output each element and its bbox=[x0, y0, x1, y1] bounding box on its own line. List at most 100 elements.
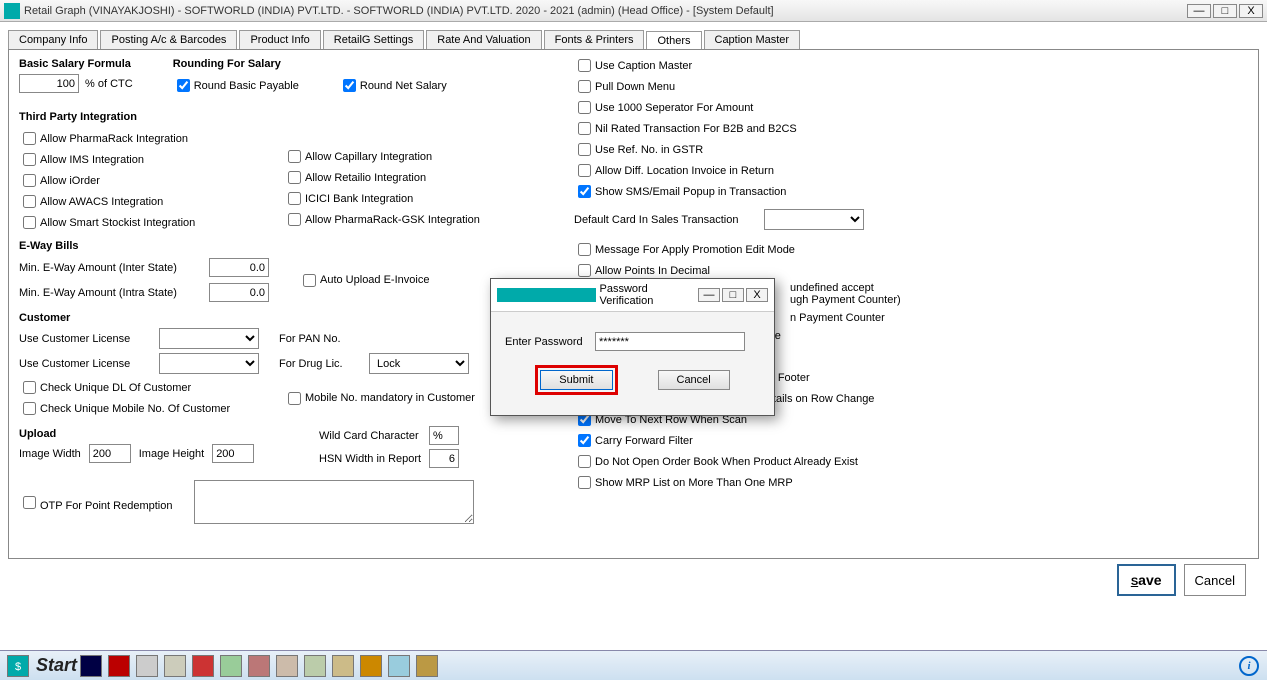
donotopen-checkbox[interactable] bbox=[578, 455, 591, 468]
partial-text-1: undefined accept bbox=[790, 282, 914, 294]
tab-caption-master[interactable]: Caption Master bbox=[704, 30, 801, 49]
eway-intra-input[interactable] bbox=[209, 283, 269, 302]
ucl2-select[interactable] bbox=[159, 353, 259, 374]
modal-minimize-icon[interactable]: — bbox=[698, 288, 720, 302]
pharma-checkbox[interactable] bbox=[23, 132, 36, 145]
otp-checkbox[interactable] bbox=[23, 496, 36, 509]
thousand-sep-checkbox[interactable] bbox=[578, 101, 591, 114]
mobmand-checkbox[interactable] bbox=[288, 392, 301, 405]
carry-checkbox[interactable] bbox=[578, 434, 591, 447]
taskbar-icon-9[interactable] bbox=[304, 655, 326, 677]
password-input[interactable] bbox=[595, 332, 745, 351]
ims-checkbox[interactable] bbox=[23, 153, 36, 166]
taskbar-icon-10[interactable] bbox=[332, 655, 354, 677]
modal-close-icon[interactable]: X bbox=[746, 288, 768, 302]
maximize-icon[interactable]: □ bbox=[1213, 4, 1237, 18]
chkmob-label: Check Unique Mobile No. Of Customer bbox=[40, 403, 230, 415]
taskbar-icon-3[interactable] bbox=[136, 655, 158, 677]
round-basic-label: Round Basic Payable bbox=[194, 80, 299, 92]
modal-cancel-button[interactable]: Cancel bbox=[658, 370, 730, 390]
thousand-sep-label: Use 1000 Seperator For Amount bbox=[595, 102, 753, 114]
tab-retailg-settings[interactable]: RetailG Settings bbox=[323, 30, 424, 49]
cancel-button[interactable]: Cancel bbox=[1184, 564, 1246, 596]
tab-fonts-printers[interactable]: Fonts & Printers bbox=[544, 30, 645, 49]
pharmagsk-checkbox[interactable] bbox=[288, 213, 301, 226]
ucl1-select[interactable] bbox=[159, 328, 259, 349]
mobmand-label: Mobile No. mandatory in Customer bbox=[305, 392, 475, 404]
auto-einvoice-checkbox[interactable] bbox=[303, 274, 316, 287]
minimize-icon[interactable]: — bbox=[1187, 4, 1211, 18]
taskbar-icon-5[interactable] bbox=[192, 655, 214, 677]
round-net-label: Round Net Salary bbox=[360, 80, 447, 92]
taskbar-icon-8[interactable] bbox=[276, 655, 298, 677]
taskbar-icon-11[interactable] bbox=[360, 655, 382, 677]
settings-tabs: Company Info Posting A/c & Barcodes Prod… bbox=[8, 30, 1259, 49]
chkmob-checkbox[interactable] bbox=[23, 402, 36, 415]
info-icon[interactable]: i bbox=[1239, 656, 1259, 676]
nil-rated-checkbox[interactable] bbox=[578, 122, 591, 135]
taskbar-icon-12[interactable] bbox=[388, 655, 410, 677]
window-titlebar: Retail Graph (VINAYAKJOSHI) - SOFTWORLD … bbox=[0, 0, 1267, 22]
img-height-input[interactable] bbox=[212, 444, 254, 463]
ctc-input[interactable] bbox=[19, 74, 79, 93]
caption-master-checkbox[interactable] bbox=[578, 59, 591, 72]
taskbar-icon-13[interactable] bbox=[416, 655, 438, 677]
capillary-label: Allow Capillary Integration bbox=[305, 151, 432, 163]
img-width-input[interactable] bbox=[89, 444, 131, 463]
tab-company-info[interactable]: Company Info bbox=[8, 30, 98, 49]
otp-textarea[interactable] bbox=[194, 480, 474, 524]
submit-button[interactable]: Submit bbox=[540, 370, 612, 390]
sms-popup-label: Show SMS/Email Popup in Transaction bbox=[595, 186, 786, 198]
wildcard-label: Wild Card Character bbox=[319, 430, 429, 442]
fordrug-label: For Drug Lic. bbox=[279, 358, 369, 370]
showmrp-label: Show MRP List on More Than One MRP bbox=[595, 477, 793, 489]
refno-checkbox[interactable] bbox=[578, 143, 591, 156]
capillary-checkbox[interactable] bbox=[288, 150, 301, 163]
eway-inter-label: Min. E-Way Amount (Inter State) bbox=[19, 262, 209, 274]
taskbar-icon-2[interactable] bbox=[108, 655, 130, 677]
close-icon[interactable]: X bbox=[1239, 4, 1263, 18]
chkdl-checkbox[interactable] bbox=[23, 381, 36, 394]
hsn-label: HSN Width in Report bbox=[319, 453, 429, 465]
taskbar-icon-1[interactable] bbox=[80, 655, 102, 677]
taskbar-icon-7[interactable] bbox=[248, 655, 270, 677]
retailio-checkbox[interactable] bbox=[288, 171, 301, 184]
tab-product-info[interactable]: Product Info bbox=[239, 30, 320, 49]
wildcard-input[interactable] bbox=[429, 426, 459, 445]
app-logo-icon bbox=[497, 288, 596, 302]
app-logo-icon bbox=[4, 3, 20, 19]
tab-others[interactable]: Others bbox=[646, 31, 701, 50]
diff-loc-checkbox[interactable] bbox=[578, 164, 591, 177]
round-net-checkbox[interactable] bbox=[343, 79, 356, 92]
pharmagsk-label: Allow PharmaRack-GSK Integration bbox=[305, 214, 480, 226]
ptsdec-checkbox[interactable] bbox=[578, 264, 591, 277]
icici-checkbox[interactable] bbox=[288, 192, 301, 205]
defcard-select[interactable] bbox=[764, 209, 864, 230]
salary-formula-title: Basic Salary Formula bbox=[19, 58, 133, 70]
tab-rate-valuation[interactable]: Rate And Valuation bbox=[426, 30, 541, 49]
hsn-input[interactable] bbox=[429, 449, 459, 468]
taskbar-icon-4[interactable] bbox=[164, 655, 186, 677]
iorder-checkbox[interactable] bbox=[23, 174, 36, 187]
save-button[interactable]: Save bbox=[1117, 564, 1176, 596]
showmrp-checkbox[interactable] bbox=[578, 476, 591, 489]
fordrug-select[interactable]: Lock bbox=[369, 353, 469, 374]
eway-inter-input[interactable] bbox=[209, 258, 269, 277]
round-basic-checkbox[interactable] bbox=[177, 79, 190, 92]
sms-popup-checkbox[interactable] bbox=[578, 185, 591, 198]
awacs-label: Allow AWACS Integration bbox=[40, 196, 163, 208]
start-button[interactable]: Start bbox=[36, 655, 77, 676]
tab-posting-barcodes[interactable]: Posting A/c & Barcodes bbox=[100, 30, 237, 49]
smart-label: Allow Smart Stockist Integration bbox=[40, 217, 195, 229]
pulldown-checkbox[interactable] bbox=[578, 80, 591, 93]
auto-einvoice-label: Auto Upload E-Invoice bbox=[320, 274, 429, 286]
msgapply-checkbox[interactable] bbox=[578, 243, 591, 256]
smart-checkbox[interactable] bbox=[23, 216, 36, 229]
partial-text-3: n Payment Counter bbox=[790, 312, 914, 324]
taskbar-icon-6[interactable] bbox=[220, 655, 242, 677]
start-logo-icon[interactable]: $ bbox=[7, 655, 29, 677]
forpan-label: For PAN No. bbox=[279, 333, 341, 345]
modal-maximize-icon[interactable]: □ bbox=[722, 288, 744, 302]
iorder-label: Allow iOrder bbox=[40, 175, 100, 187]
awacs-checkbox[interactable] bbox=[23, 195, 36, 208]
